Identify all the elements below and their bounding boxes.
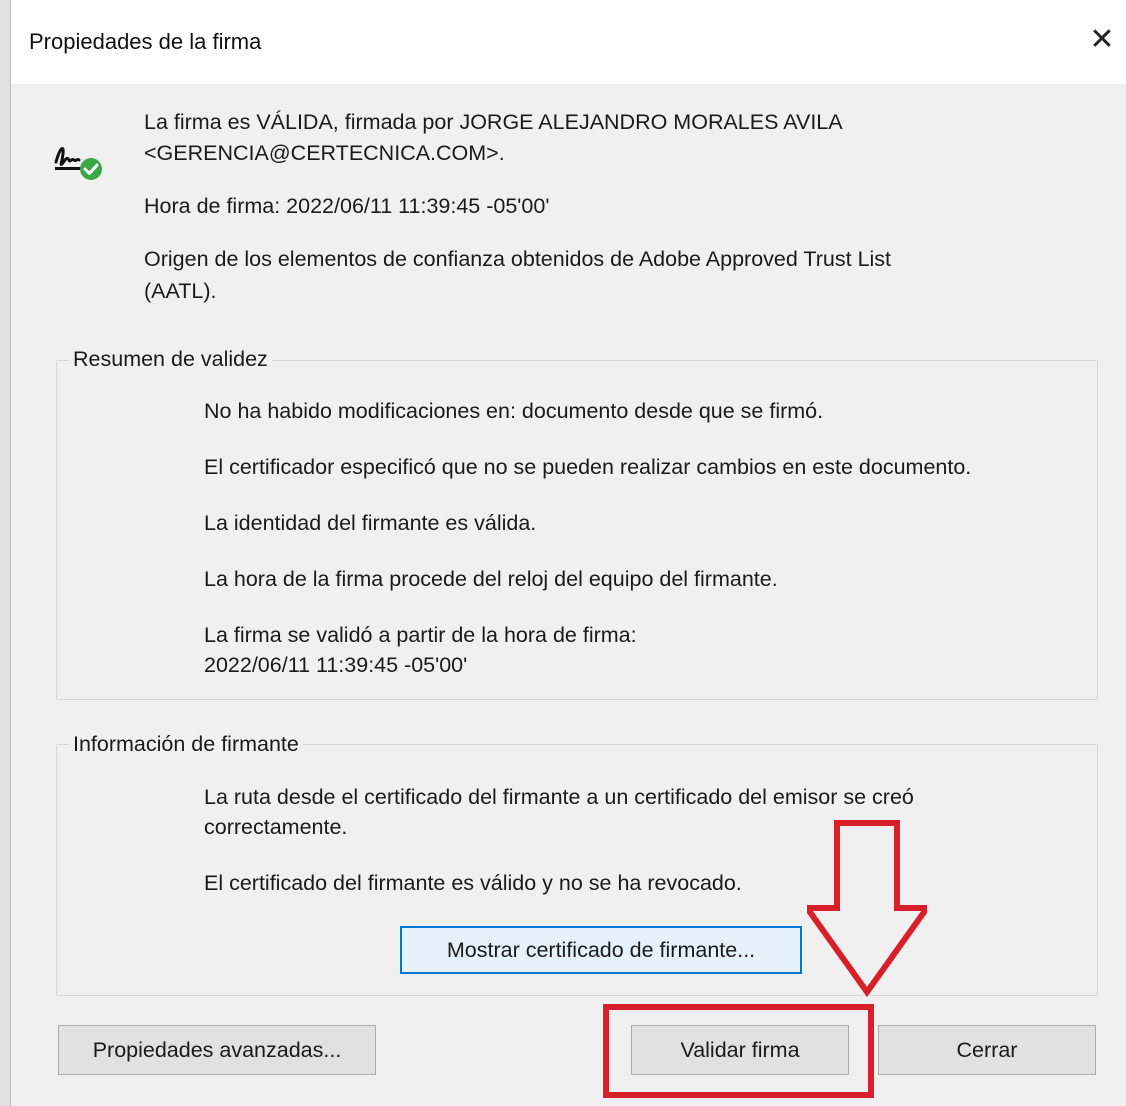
trust-source-line1: Origen de los elementos de confianza obt… xyxy=(144,247,892,271)
signer-info-legend: Información de firmante xyxy=(69,731,303,758)
summary-item-validated-at: La firma se validó a partir de la hora d… xyxy=(204,623,637,647)
summary-item-validated-time: 2022/06/11 11:39:45 -05'00' xyxy=(204,653,468,677)
validity-summary-legend: Resumen de validez xyxy=(69,346,272,373)
title-bar: Propiedades de la firma ✕ xyxy=(11,0,1126,84)
background-window-edge xyxy=(0,0,11,1106)
signature-status-line2: <GERENCIA@CERTECNICA.COM>. xyxy=(144,141,505,165)
cert-path-line1: La ruta desde el certificado del firmant… xyxy=(204,785,914,809)
cert-path-line2: correctamente. xyxy=(204,815,348,839)
summary-item-no-modifications: No ha habido modificaciones en: document… xyxy=(204,399,824,423)
summary-item-identity-valid: La identidad del firmante es válida. xyxy=(204,511,537,535)
close-icon[interactable]: ✕ xyxy=(1082,20,1122,60)
signature-valid-icon xyxy=(54,146,102,180)
advanced-properties-button[interactable]: Propiedades avanzadas... xyxy=(58,1025,376,1075)
cert-status: El certificado del firmante es válido y … xyxy=(204,871,742,895)
signature-properties-dialog: Propiedades de la firma ✕ La firma es VÁ… xyxy=(11,0,1126,1106)
dialog-title: Propiedades de la firma xyxy=(29,29,262,54)
summary-item-certifier-no-changes: El certificador especificó que no se pue… xyxy=(204,455,972,479)
show-signer-certificate-button[interactable]: Mostrar certificado de firmante... xyxy=(400,926,802,974)
close-button[interactable]: Cerrar xyxy=(878,1025,1096,1075)
trust-source-line2: (AATL). xyxy=(144,279,217,303)
signing-time: Hora de firma: 2022/06/11 11:39:45 -05'0… xyxy=(144,194,550,218)
annotation-highlight-box xyxy=(603,1004,874,1098)
signature-status-line1: La firma es VÁLIDA, firmada por JORGE AL… xyxy=(144,110,843,134)
summary-item-time-source: La hora de la firma procede del reloj de… xyxy=(204,567,778,591)
annotation-down-arrow-icon xyxy=(807,820,927,998)
